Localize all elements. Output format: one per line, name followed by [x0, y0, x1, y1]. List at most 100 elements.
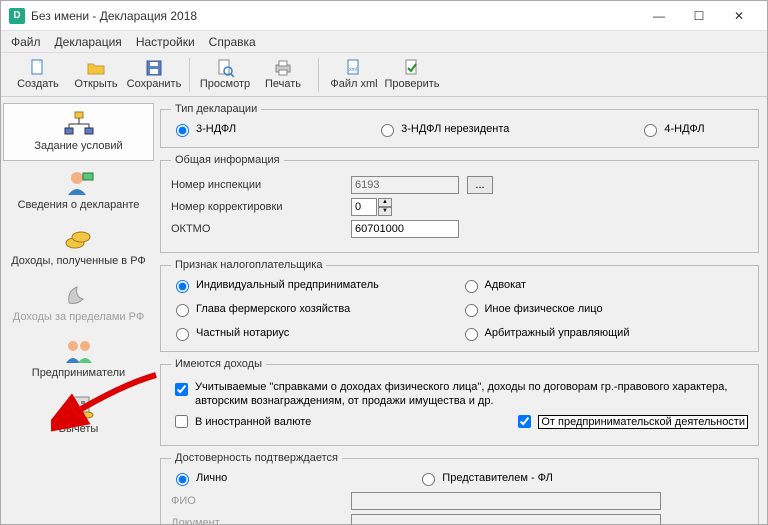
radio-3ndfl-input[interactable] — [176, 124, 189, 137]
radio-3ndfl-nonres[interactable]: 3-НДФЛ нерезидента — [376, 121, 509, 137]
correction-spin-up[interactable]: ▲ — [378, 198, 392, 207]
radio-notary[interactable]: Частный нотариус — [171, 325, 460, 341]
sidebar-item-deductions[interactable]: Вычеты — [1, 387, 156, 443]
inspection-browse-button[interactable]: ... — [467, 176, 493, 194]
sidebar-declarant-label: Сведения о декларанте — [18, 199, 140, 211]
radio-3ndfl-nonres-input[interactable] — [381, 124, 394, 137]
group-income: Имеются доходы Учитываемые "справками о … — [160, 358, 759, 446]
save-icon — [144, 59, 164, 77]
sidebar-item-incomes-rf[interactable]: Доходы, полученные в РФ — [1, 219, 156, 275]
radio-ip-input[interactable] — [176, 280, 189, 293]
titlebar: D Без имени - Декларация 2018 — ☐ ✕ — [1, 1, 767, 31]
toolbar-open[interactable]: Открыть — [67, 55, 125, 95]
deductions-icon — [63, 393, 95, 421]
correction-spin-down[interactable]: ▼ — [378, 207, 392, 216]
xml-file-icon: xml — [344, 59, 364, 77]
radio-4ndfl-input[interactable] — [644, 124, 657, 137]
radio-representative[interactable]: Представителем - ФЛ — [417, 470, 553, 486]
toolbar-open-label: Открыть — [74, 78, 117, 90]
group-income-legend: Имеются доходы — [171, 358, 266, 370]
sidebar-item-incomes-abroad[interactable]: Доходы за пределами РФ — [1, 275, 156, 331]
maximize-button[interactable]: ☐ — [679, 1, 719, 31]
oktmo-input[interactable] — [351, 220, 459, 238]
toolbar-filexml-label: Файл xml — [330, 78, 377, 90]
chk-entrepreneur-activity[interactable]: От предпринимательской деятельности — [514, 412, 748, 431]
incomes-abroad-icon — [63, 281, 95, 309]
radio-arbitr-label: Арбитражный управляющий — [485, 327, 630, 339]
toolbar-filexml[interactable]: xml Файл xml — [325, 55, 383, 95]
toolbar-sep-1 — [189, 58, 190, 92]
radio-arbitr[interactable]: Арбитражный управляющий — [460, 325, 749, 341]
radio-rep-input[interactable] — [422, 473, 435, 486]
inspection-input[interactable] — [351, 176, 459, 194]
radio-3ndfl-nonres-label: 3-НДФЛ нерезидента — [401, 123, 509, 135]
group-declaration-type: Тип декларации 3-НДФЛ 3-НДФЛ нерезидента… — [160, 103, 759, 148]
radio-advocate-label: Адвокат — [485, 279, 527, 291]
group-taxpayer-sign: Признак налогоплательщика Индивидуальный… — [160, 259, 759, 352]
menu-settings[interactable]: Настройки — [136, 35, 195, 49]
print-icon — [273, 59, 293, 77]
toolbar-print[interactable]: Печать — [254, 55, 312, 95]
preview-icon — [215, 59, 235, 77]
radio-advocate[interactable]: Адвокат — [460, 277, 749, 293]
svg-text:xml: xml — [349, 67, 357, 73]
incomes-rf-icon — [63, 225, 95, 253]
sidebar-incomes-abroad-label: Доходы за пределами РФ — [13, 311, 144, 323]
toolbar-print-label: Печать — [265, 78, 301, 90]
doc-input[interactable] — [351, 514, 661, 524]
radio-ip[interactable]: Индивидуальный предприниматель — [171, 277, 460, 293]
menu-file[interactable]: Файл — [11, 35, 41, 49]
radio-ip-label: Индивидуальный предприниматель — [196, 279, 379, 291]
radio-self-input[interactable] — [176, 473, 189, 486]
entrepreneurs-icon — [63, 337, 95, 365]
folder-open-icon — [86, 59, 106, 77]
doc-label: Документ — [171, 517, 351, 524]
sidebar-item-declarant[interactable]: Сведения о декларанте — [1, 163, 156, 219]
inspection-label: Номер инспекции — [171, 179, 351, 191]
chk-foreign-input[interactable] — [175, 415, 188, 428]
group-confirm: Достоверность подтверждается Лично Предс… — [160, 452, 759, 524]
radio-4ndfl-label: 4-НДФЛ — [664, 123, 704, 135]
sidebar-incomes-rf-label: Доходы, полученные в РФ — [11, 255, 146, 267]
toolbar-check-label: Проверить — [384, 78, 439, 90]
radio-3ndfl-label: 3-НДФЛ — [196, 123, 236, 135]
radio-farm-label: Глава фермерского хозяйства — [196, 303, 350, 315]
radio-3ndfl[interactable]: 3-НДФЛ — [171, 121, 236, 137]
radio-other[interactable]: Иное физическое лицо — [460, 301, 749, 317]
radio-advocate-input[interactable] — [465, 280, 478, 293]
radio-arbitr-input[interactable] — [465, 328, 478, 341]
radio-other-input[interactable] — [465, 304, 478, 317]
radio-self[interactable]: Лично — [171, 470, 227, 486]
correction-input[interactable] — [351, 198, 377, 216]
toolbar-save[interactable]: Сохранить — [125, 55, 183, 95]
toolbar-check[interactable]: Проверить — [383, 55, 441, 95]
chk-entrepreneur-input[interactable] — [518, 415, 531, 428]
oktmo-label: ОКТМО — [171, 223, 351, 235]
radio-notary-input[interactable] — [176, 328, 189, 341]
radio-self-label: Лично — [196, 472, 227, 484]
chk-entrepreneur-label: От предпринимательской деятельности — [538, 415, 748, 429]
sidebar-item-entrepreneurs[interactable]: Предприниматели — [1, 331, 156, 387]
radio-4ndfl[interactable]: 4-НДФЛ — [639, 121, 704, 137]
toolbar-create[interactable]: Создать — [9, 55, 67, 95]
toolbar-preview[interactable]: Просмотр — [196, 55, 254, 95]
declarant-icon — [63, 169, 95, 197]
radio-farm-input[interactable] — [176, 304, 189, 317]
fio-input[interactable] — [351, 492, 661, 510]
sidebar-deductions-label: Вычеты — [59, 423, 99, 435]
group-confirm-legend: Достоверность подтверждается — [171, 452, 342, 464]
fio-label: ФИО — [171, 495, 351, 507]
radio-farm[interactable]: Глава фермерского хозяйства — [171, 301, 460, 317]
minimize-button[interactable]: — — [639, 1, 679, 31]
sidebar-item-conditions[interactable]: Задание условий — [3, 103, 154, 161]
new-file-icon — [28, 59, 48, 77]
radio-rep-label: Представителем - ФЛ — [442, 472, 553, 484]
radio-notary-label: Частный нотариус — [196, 327, 289, 339]
chk-foreign-currency[interactable]: В иностранной валюте — [171, 412, 311, 431]
menubar: Файл Декларация Настройки Справка — [1, 31, 767, 53]
menu-help[interactable]: Справка — [209, 35, 256, 49]
menu-declaration[interactable]: Декларация — [55, 35, 122, 49]
chk-spravki[interactable] — [175, 383, 188, 396]
close-button[interactable]: ✕ — [719, 1, 759, 31]
check-icon — [402, 59, 422, 77]
